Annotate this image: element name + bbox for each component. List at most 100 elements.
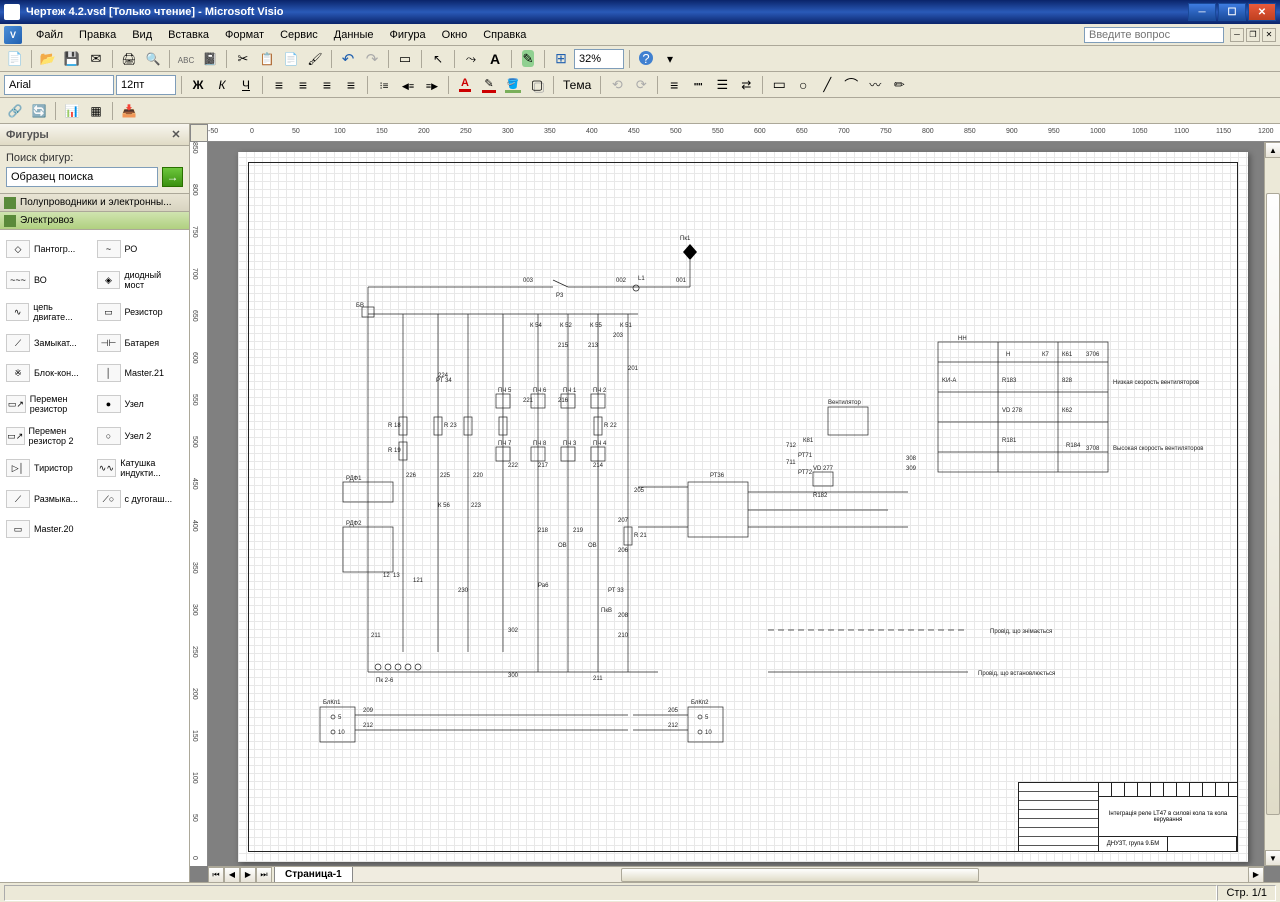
mdi-close-button[interactable]: ✕ <box>1262 28 1276 42</box>
arc-tool-button[interactable] <box>840 74 862 96</box>
menu-edit[interactable]: Правка <box>71 26 124 44</box>
font-combo[interactable] <box>4 75 114 95</box>
menu-insert[interactable]: Вставка <box>160 26 217 44</box>
pointer-tool-button[interactable] <box>427 48 449 70</box>
menu-window[interactable]: Окно <box>434 26 476 44</box>
shape-item[interactable]: ∿∿Катушка индукти... <box>95 452 186 484</box>
shape-item[interactable]: ~РО <box>95 234 186 264</box>
increase-indent-button[interactable] <box>421 74 443 96</box>
spelling-button[interactable] <box>175 48 197 70</box>
mdi-minimize-button[interactable]: ─ <box>1230 28 1244 42</box>
shape-item[interactable]: │Master.21 <box>95 358 186 388</box>
text-tool-button[interactable] <box>484 48 506 70</box>
menu-format[interactable]: Формат <box>217 26 272 44</box>
align-right-button[interactable] <box>316 74 338 96</box>
connector-tool-button[interactable] <box>460 48 482 70</box>
bullets-button[interactable] <box>373 74 395 96</box>
shapes-pane-close-button[interactable]: ✕ <box>169 128 183 142</box>
data-refresh-button[interactable]: 🔄 <box>28 100 50 122</box>
bold-button[interactable] <box>187 74 209 96</box>
theme-button[interactable]: Тема <box>559 74 595 96</box>
canvas-viewport[interactable]: Пк1 001 L1 002 Р3 003 <box>208 142 1264 866</box>
shape-item[interactable]: ●Узел <box>95 388 186 420</box>
visio-icon[interactable]: V <box>4 26 22 44</box>
data-insert-button[interactable]: 📥 <box>118 100 140 122</box>
align-left-button[interactable] <box>268 74 290 96</box>
shadow-button[interactable] <box>526 74 548 96</box>
shapes-search-go-button[interactable]: → <box>162 167 183 187</box>
data-graphic-button[interactable]: 📊 <box>61 100 83 122</box>
menu-help[interactable]: Справка <box>475 26 534 44</box>
hscroll-thumb[interactable] <box>621 868 979 882</box>
stencil-elektrovoz[interactable]: Электровоз <box>0 212 189 230</box>
line-color-button[interactable] <box>478 74 500 96</box>
shape-item[interactable]: ▭↗Перемен резистор <box>4 388 95 420</box>
rotate-left-button[interactable] <box>606 74 628 96</box>
shape-item[interactable]: ※Блок-кон... <box>4 358 95 388</box>
align-center-button[interactable] <box>292 74 314 96</box>
menu-file[interactable]: Файл <box>28 26 71 44</box>
research-button[interactable] <box>199 48 221 70</box>
vscroll-thumb[interactable] <box>1266 193 1280 816</box>
pencil-tool-button[interactable] <box>888 74 910 96</box>
shape-item[interactable]: ▭Master.20 <box>4 514 95 544</box>
menu-tools[interactable]: Сервис <box>272 26 326 44</box>
shape-item[interactable]: ⊣⊢Батарея <box>95 328 186 358</box>
shape-item[interactable]: ◇Пантогр... <box>4 234 95 264</box>
align-justify-button[interactable] <box>340 74 362 96</box>
help-search-input[interactable] <box>1084 27 1224 43</box>
italic-button[interactable] <box>211 74 233 96</box>
tab-prev-button[interactable]: ◀ <box>224 867 240 883</box>
shape-item[interactable]: ⟋○c дугогаш... <box>95 484 186 514</box>
copy-button[interactable] <box>256 48 278 70</box>
shapes-search-input[interactable] <box>6 167 158 187</box>
cut-button[interactable] <box>232 48 254 70</box>
fill-color-button[interactable] <box>502 74 524 96</box>
dash-style-button[interactable] <box>687 74 709 96</box>
close-button[interactable]: ✕ <box>1248 3 1276 21</box>
shapes-window-button[interactable] <box>394 48 416 70</box>
format-painter-button[interactable] <box>304 48 326 70</box>
tab-last-button[interactable]: ⏭ <box>256 867 272 883</box>
vscroll-up-button[interactable]: ▲ <box>1265 142 1280 158</box>
menu-shape[interactable]: Фигура <box>382 26 434 44</box>
shape-item[interactable]: ⟋Замыкат... <box>4 328 95 358</box>
shape-item[interactable]: ~~~ВО <box>4 264 95 296</box>
line-style-button[interactable] <box>663 74 685 96</box>
drawing-page[interactable]: Пк1 001 L1 002 Р3 003 <box>238 152 1248 862</box>
maximize-button[interactable]: ☐ <box>1218 3 1246 21</box>
horizontal-ruler[interactable]: -500501001502002503003504004505005506006… <box>208 124 1280 142</box>
shape-item[interactable]: ⟋Размыка... <box>4 484 95 514</box>
vscroll-down-button[interactable]: ▼ <box>1265 850 1280 866</box>
data-window-button[interactable]: ▦ <box>85 100 107 122</box>
undo-button[interactable] <box>337 48 359 70</box>
ink-tool-button[interactable] <box>517 48 539 70</box>
mdi-restore-button[interactable]: ❐ <box>1246 28 1260 42</box>
stencil-semiconductors[interactable]: Полупроводники и электронны... <box>0 194 189 212</box>
help-button[interactable] <box>635 48 657 70</box>
rotate-right-button[interactable] <box>630 74 652 96</box>
underline-button[interactable] <box>235 74 257 96</box>
mail-button[interactable] <box>85 48 107 70</box>
print-preview-button[interactable] <box>142 48 164 70</box>
hscroll-track[interactable] <box>353 867 1248 883</box>
shape-item[interactable]: ▭Резистор <box>95 296 186 328</box>
shape-item[interactable]: ◈диодный мост <box>95 264 186 296</box>
ruler-corner[interactable] <box>190 124 208 142</box>
freeform-tool-button[interactable] <box>864 74 886 96</box>
tab-next-button[interactable]: ▶ <box>240 867 256 883</box>
menu-view[interactable]: Вид <box>124 26 160 44</box>
page-tab-1[interactable]: Страница-1 <box>274 867 353 883</box>
redo-button[interactable] <box>361 48 383 70</box>
arrow-style-button[interactable] <box>735 74 757 96</box>
vertical-ruler[interactable]: 8508007507006506005505004504003503002502… <box>190 142 208 866</box>
ellipse-tool-button[interactable] <box>792 74 814 96</box>
decrease-indent-button[interactable] <box>397 74 419 96</box>
shape-item[interactable]: ○Узел 2 <box>95 420 186 452</box>
data-link-button[interactable]: 🔗 <box>4 100 26 122</box>
tab-first-button[interactable]: ⏮ <box>208 867 224 883</box>
font-size-combo[interactable] <box>116 75 176 95</box>
shape-item[interactable]: ▷│Тиристор <box>4 452 95 484</box>
vscroll-track[interactable] <box>1265 158 1280 850</box>
line-tool-button[interactable] <box>816 74 838 96</box>
